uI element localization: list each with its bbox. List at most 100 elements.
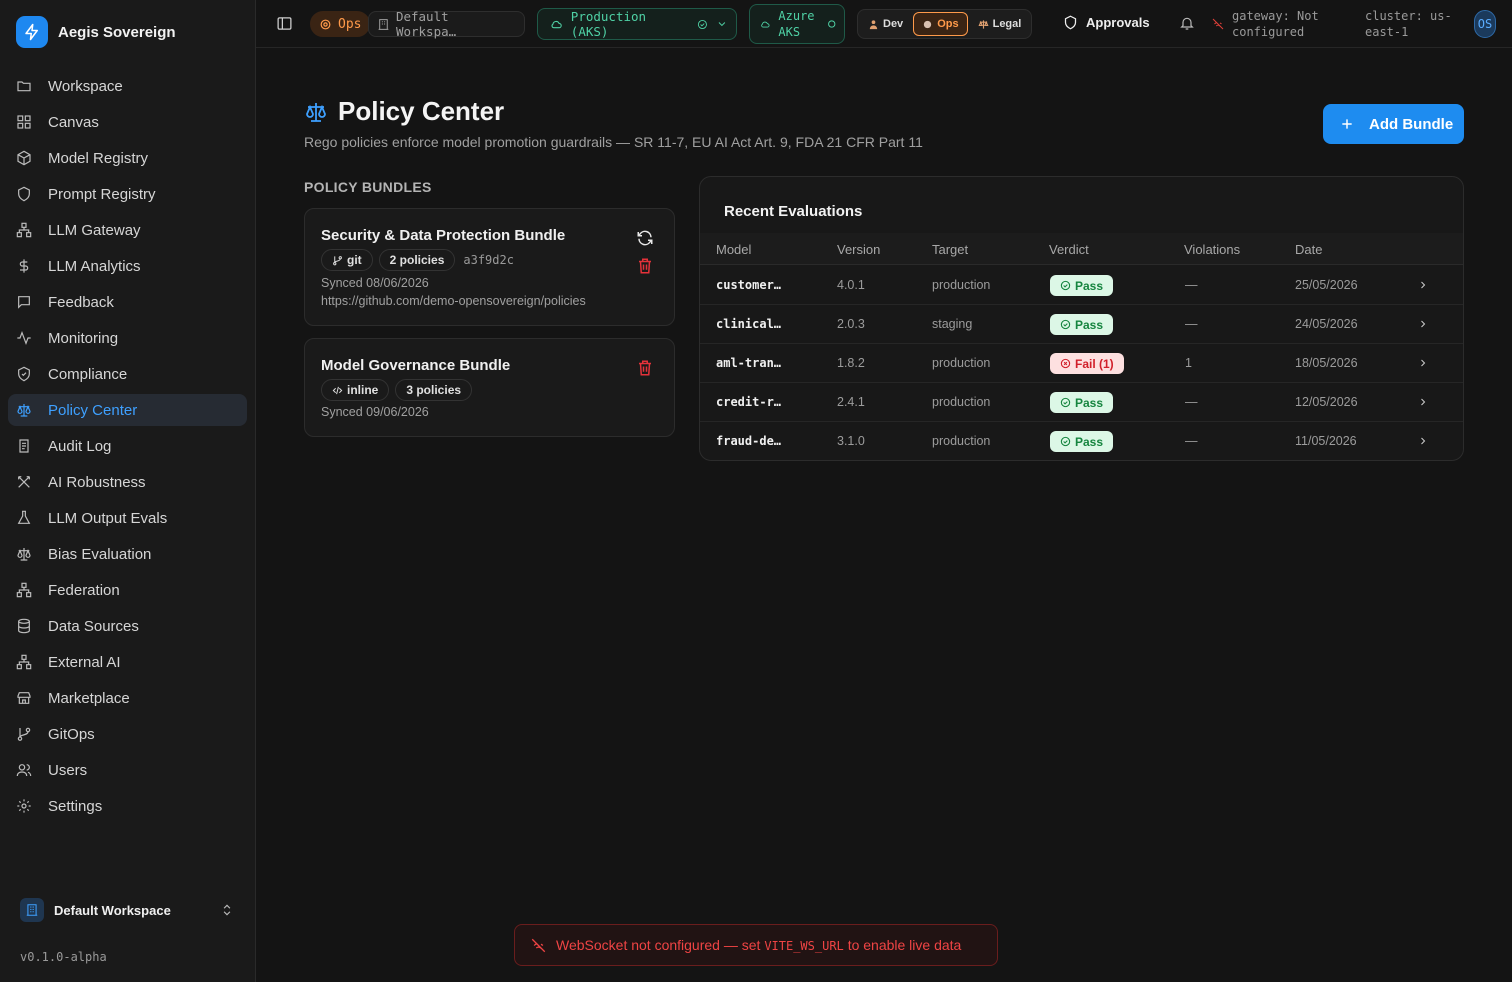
toggle-sidebar-button[interactable] <box>276 15 293 32</box>
sidebar-item-prompt-registry[interactable]: Prompt Registry <box>8 178 247 210</box>
target-env: production <box>932 434 991 448</box>
table-row[interactable]: clinical… 2.0.3 staging Pass — 24/05/2026 <box>700 305 1463 344</box>
avatar[interactable]: OS <box>1474 10 1496 38</box>
workspace-switcher[interactable]: Default Workspace <box>12 892 244 928</box>
persona-dev[interactable]: Dev <box>860 12 911 36</box>
sidebar-item-federation[interactable]: Federation <box>8 574 247 606</box>
table-row[interactable]: customer… 4.0.1 production Pass — 25/05/2026 <box>700 266 1463 305</box>
sidebar-item-policy-center[interactable]: Policy Center <box>8 394 247 426</box>
refresh-icon[interactable] <box>636 229 654 247</box>
chevron-right-icon <box>1421 437 1426 445</box>
code-icon <box>332 386 343 394</box>
toast-text: to enable live data <box>847 937 962 953</box>
network-icon <box>16 654 32 670</box>
source-tag: inline <box>321 379 390 401</box>
recent-evaluations-panel: Recent Evaluations Model Version Target … <box>699 176 1464 461</box>
scale-icon <box>306 102 326 122</box>
persona-legal[interactable]: Legal <box>970 12 1030 36</box>
sidebar-item-workspace[interactable]: Workspace <box>8 70 247 102</box>
notifications-button[interactable] <box>1179 15 1195 31</box>
sidebar-item-llm-gateway[interactable]: LLM Gateway <box>8 214 247 246</box>
role-badge-label: Ops <box>338 16 362 32</box>
sidebar-item-label: GitOps <box>48 725 95 743</box>
trash-icon[interactable] <box>636 257 654 275</box>
bundle-card[interactable]: Security & Data Protection Bundle git 2 … <box>304 208 675 326</box>
git-branch-icon <box>17 727 31 741</box>
bundle-tags: inline 3 policies <box>321 379 473 401</box>
persona-label: Legal <box>992 18 1022 30</box>
verdict-badge: Pass <box>1050 314 1114 335</box>
evaluation-date: 24/05/2026 <box>1295 317 1358 331</box>
trash-icon[interactable] <box>636 359 654 377</box>
sidebar-item-monitoring[interactable]: Monitoring <box>8 322 247 354</box>
policy-bundles-heading: POLICY BUNDLES <box>304 179 432 195</box>
sidebar-item-marketplace[interactable]: Marketplace <box>8 682 247 714</box>
verdict-badge: Pass <box>1050 275 1114 296</box>
sidebar-item-llm-output-evals[interactable]: LLM Output Evals <box>8 502 247 534</box>
chevrons-up-down-icon <box>223 904 231 916</box>
persona-ops[interactable]: Ops <box>913 12 968 36</box>
sidebar-item-label: Model Registry <box>48 149 149 167</box>
sidebar-item-label: LLM Output Evals <box>48 509 168 527</box>
bundle-card[interactable]: Model Governance Bundle inline 3 policie… <box>304 338 675 437</box>
toast-text: WebSocket not configured — set <box>556 937 761 953</box>
sidebar-item-label: Feedback <box>48 293 114 311</box>
verdict-label: Pass <box>1075 278 1104 293</box>
target-env: staging <box>932 317 973 331</box>
main-content: Policy Center Rego policies enforce mode… <box>256 48 1512 982</box>
brand-name: Aegis Sovereign <box>58 23 176 41</box>
check-circle-icon <box>1060 436 1071 447</box>
sidebar-item-gitops[interactable]: GitOps <box>8 718 247 750</box>
sidebar-item-settings[interactable]: Settings <box>8 790 247 822</box>
sidebar-item-canvas[interactable]: Canvas <box>8 106 247 138</box>
policy-count-tag: 2 policies <box>378 249 456 271</box>
table-row[interactable]: aml-tran… 1.8.2 production Fail (1) 1 18/05/2… <box>700 344 1463 383</box>
sidebar-item-data-sources[interactable]: Data Sources <box>8 610 247 642</box>
sidebar-item-external-ai[interactable]: External AI <box>8 646 247 678</box>
chevron-right-icon <box>1421 359 1426 367</box>
message-icon <box>18 296 30 309</box>
chevron-right-icon <box>1421 398 1426 406</box>
shield-icon <box>1064 15 1077 30</box>
building-icon <box>20 898 44 922</box>
verdict-label: Pass <box>1075 434 1104 449</box>
cloud-provider-name: Azure <box>778 9 815 23</box>
sidebar-item-feedback[interactable]: Feedback <box>8 286 247 318</box>
workspace-selector[interactable]: Default Workspa… <box>368 9 525 39</box>
sidebar-item-label: Prompt Registry <box>48 185 156 203</box>
git-branch-icon <box>333 255 342 265</box>
model-version: 2.4.1 <box>837 395 865 409</box>
scale-icon <box>17 548 31 561</box>
approvals-button[interactable]: Approvals <box>1063 15 1150 30</box>
add-bundle-button[interactable]: Add Bundle <box>1323 104 1464 144</box>
cloud-provider-badge[interactable]: Azure AKS <box>749 4 845 44</box>
sidebar-item-bias-evaluation[interactable]: Bias Evaluation <box>8 538 247 570</box>
sidebar-item-llm-analytics[interactable]: LLM Analytics <box>8 250 247 282</box>
source-tag: git <box>321 249 373 271</box>
brand[interactable]: Aegis Sovereign <box>16 16 176 48</box>
repo-url: https://github.com/demo-opensovereign/po… <box>321 294 586 308</box>
sidebar-item-audit-log[interactable]: Audit Log <box>8 430 247 462</box>
recent-evaluations-title: Recent Evaluations <box>724 203 863 220</box>
check-circle-icon <box>1060 397 1071 408</box>
role-badge[interactable]: Ops <box>310 11 371 37</box>
column-header: Target <box>932 242 969 257</box>
model-version: 3.1.0 <box>837 434 865 448</box>
model-version: 2.0.3 <box>837 317 865 331</box>
table-row[interactable]: fraud-de… 3.1.0 production Pass — 11/05/2026 <box>700 422 1463 460</box>
bell-icon <box>1180 17 1194 30</box>
wifi-off-icon <box>1212 18 1224 30</box>
sidebar-item-model-registry[interactable]: Model Registry <box>8 142 247 174</box>
person-icon <box>869 19 878 29</box>
workspace-selector-label: Default Workspa… <box>395 9 457 39</box>
environment-selector[interactable]: Production (AKS) <box>537 8 737 40</box>
model-version: 4.0.1 <box>837 278 865 292</box>
sidebar-item-ai-robustness[interactable]: AI Robustness <box>8 466 247 498</box>
target-env: production <box>932 356 991 370</box>
sidebar-item-users[interactable]: Users <box>8 754 247 786</box>
sidebar-item-compliance[interactable]: Compliance <box>8 358 247 390</box>
model-name: fraud-de… <box>716 434 782 448</box>
cluster-status: cluster: us- east-1 <box>1365 8 1452 40</box>
gateway-status-line: gateway: Not <box>1232 9 1319 23</box>
table-row[interactable]: credit-r… 2.4.1 production Pass — 12/05/2026 <box>700 383 1463 422</box>
